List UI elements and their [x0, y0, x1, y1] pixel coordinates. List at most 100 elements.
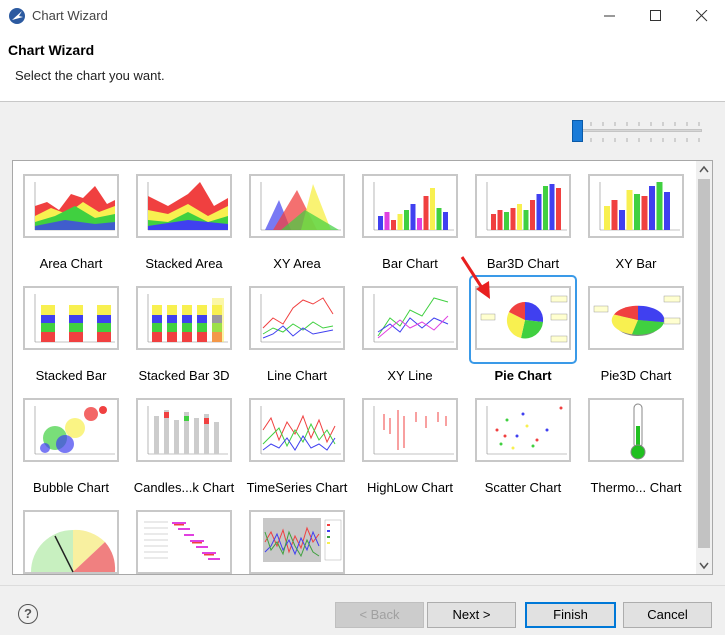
chart-option-pie3d-chart[interactable]: Pie3D Chart: [578, 273, 691, 385]
red-arrow-pointer-icon: [460, 256, 490, 299]
scroll-up-button[interactable]: [696, 161, 712, 178]
chart-option-label: Stacked Bar: [35, 368, 107, 383]
chart-preview-icon: [144, 521, 220, 560]
chart-thumbnail[interactable]: [249, 398, 345, 462]
chart-thumbnail[interactable]: [249, 174, 345, 238]
chart-option-chart-20[interactable]: [126, 497, 239, 574]
chart-option-label: Scatter Chart: [484, 480, 562, 495]
thumbnail-size-slider[interactable]: [572, 118, 708, 146]
chevron-up-icon: [699, 165, 709, 173]
chart-option-xy-line[interactable]: XY Line: [352, 273, 465, 385]
chart-thumbnail[interactable]: [362, 174, 458, 238]
slider-track[interactable]: [578, 129, 702, 132]
chart-preview-icon: [31, 529, 116, 573]
finish-button[interactable]: Finish: [525, 602, 616, 628]
chart-preview-icon: [147, 182, 228, 231]
chart-option-label: HighLow Chart: [367, 480, 453, 495]
chart-thumbnail[interactable]: [588, 286, 684, 350]
chart-option-label: TimeSeries Chart: [246, 480, 348, 495]
chart-preview-icon: [260, 406, 341, 455]
vertical-scrollbar[interactable]: [696, 161, 712, 574]
chart-thumbnail[interactable]: [23, 286, 119, 350]
chart-option-chart-21[interactable]: [239, 497, 352, 574]
back-button[interactable]: < Back: [335, 602, 424, 628]
wizard-header: Chart Wizard Select the chart you want.: [0, 32, 725, 102]
chevron-down-icon: [699, 562, 709, 570]
cancel-button[interactable]: Cancel: [623, 602, 712, 628]
chart-option-bar-chart[interactable]: Bar Chart: [352, 161, 465, 273]
chart-thumbnail[interactable]: [23, 174, 119, 238]
chart-preview-icon: [260, 182, 341, 231]
window-title: Chart Wizard: [32, 8, 108, 23]
chart-preview-icon: [373, 406, 454, 455]
slider-ticks: [578, 122, 700, 142]
chart-preview-icon: [630, 403, 646, 460]
chart-preview-icon: [147, 294, 228, 343]
chart-option-xy-area[interactable]: XY Area: [239, 161, 352, 273]
chart-thumbnail[interactable]: [362, 286, 458, 350]
chart-option-label: Candles...k Chart: [133, 480, 235, 495]
slider-thumb[interactable]: [572, 120, 583, 142]
minimize-button[interactable]: [587, 0, 633, 32]
chart-thumbnail[interactable]: [588, 174, 684, 238]
chart-option-line-chart[interactable]: Line Chart: [239, 273, 352, 385]
chart-option-highlow-chart[interactable]: HighLow Chart: [352, 385, 465, 497]
scroll-down-button[interactable]: [696, 557, 712, 574]
scroll-thumb[interactable]: [698, 179, 710, 548]
chart-thumbnail[interactable]: [588, 398, 684, 462]
chart-preview-icon: [260, 294, 341, 343]
chart-thumbnail[interactable]: [475, 398, 571, 462]
chart-preview-icon: [147, 406, 228, 455]
chart-option-label: Line Chart: [267, 368, 327, 383]
chart-option-label: XY Line: [387, 368, 433, 383]
chart-thumbnail[interactable]: [136, 398, 232, 462]
chart-thumbnail[interactable]: [136, 510, 232, 574]
help-button[interactable]: ?: [18, 604, 38, 624]
chart-thumbnail[interactable]: [136, 286, 232, 350]
chart-wizard-window: Chart Wizard Chart Wizard Select the cha…: [0, 0, 725, 635]
chart-preview-icon: [263, 518, 342, 562]
title-bar: Chart Wizard: [0, 0, 725, 32]
chart-preview-icon: [373, 294, 454, 343]
chart-option-bubble-chart[interactable]: Bubble Chart: [13, 385, 126, 497]
chart-preview-icon: [373, 182, 454, 231]
close-icon: [696, 10, 708, 22]
chart-thumbnail[interactable]: [23, 510, 119, 574]
wizard-subtitle: Select the chart you want.: [15, 68, 165, 83]
chart-option-stacked-bar-3d[interactable]: Stacked Bar 3D: [126, 273, 239, 385]
chart-option-chart-19[interactable]: [13, 497, 126, 574]
chart-preview-icon: [599, 182, 680, 231]
chart-preview-icon: [34, 182, 115, 231]
chart-option-xy-bar[interactable]: XY Bar: [578, 161, 691, 273]
chart-option-label: Stacked Bar 3D: [138, 368, 230, 383]
chart-preview-icon: [34, 294, 115, 343]
chart-thumbnail[interactable]: [23, 398, 119, 462]
chart-option-label: Pie3D Chart: [600, 368, 672, 383]
chart-preview-icon: [486, 182, 567, 231]
chart-thumbnail[interactable]: [249, 510, 345, 574]
chart-thumbnail[interactable]: [249, 286, 345, 350]
chart-option-label: XY Area: [273, 256, 321, 271]
chart-option-timeseries-chart[interactable]: TimeSeries Chart: [239, 385, 352, 497]
next-button[interactable]: Next >: [427, 602, 516, 628]
chart-option-stacked-area[interactable]: Stacked Area: [126, 161, 239, 273]
chart-thumbnail[interactable]: [362, 398, 458, 462]
maximize-button[interactable]: [633, 0, 679, 32]
chart-thumbnail[interactable]: [136, 174, 232, 238]
eclipse-app-icon: [9, 8, 25, 24]
chart-preview-icon: [34, 406, 115, 455]
chart-option-label: Pie Chart: [494, 368, 552, 383]
chart-option-thermo-chart[interactable]: Thermo... Chart: [578, 385, 691, 497]
chart-preview-icon: [593, 295, 681, 336]
chart-option-label: Area Chart: [39, 256, 103, 271]
close-button[interactable]: [679, 0, 725, 32]
chart-thumbnail[interactable]: [475, 174, 571, 238]
footer-separator: [0, 585, 725, 586]
chart-option-stacked-bar[interactable]: Stacked Bar: [13, 273, 126, 385]
chart-option-area-chart[interactable]: Area Chart: [13, 161, 126, 273]
chart-option-label: XY Bar: [615, 256, 657, 271]
chart-preview-icon: [486, 406, 567, 455]
chart-gallery: Area Chart Stacked Area XY Area Bar Chart Ba…: [12, 160, 713, 575]
chart-option-scatter-chart[interactable]: Scatter Chart: [465, 385, 578, 497]
chart-option-candles-k-chart[interactable]: Candles...k Chart: [126, 385, 239, 497]
